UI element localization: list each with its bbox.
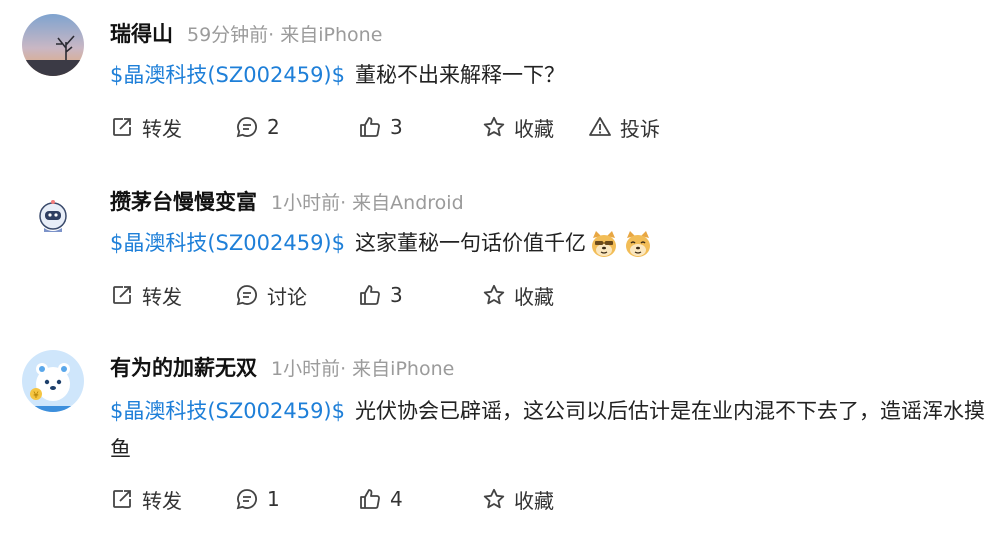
like-button[interactable]: 3 <box>358 112 403 142</box>
share-box-icon <box>113 490 131 508</box>
like-count: 4 <box>390 487 403 511</box>
stock-link[interactable]: $晶澳科技(SZ002459)$ <box>110 231 345 255</box>
like-button[interactable]: 4 <box>358 484 403 514</box>
post-text: 董秘不出来解释一下？ <box>355 63 565 87</box>
like-button[interactable]: 3 <box>358 280 403 310</box>
like-count: 3 <box>390 115 403 139</box>
share-box-icon <box>113 286 131 304</box>
favorite-label: 收藏 <box>514 488 554 513</box>
report-button[interactable]: 投诉 <box>588 112 660 142</box>
stock-link[interactable]: $晶澳科技(SZ002459)$ <box>110 399 345 423</box>
thumbs-up-icon <box>360 117 380 137</box>
doge-emoji-icon <box>592 231 616 257</box>
like-count: 3 <box>390 283 403 307</box>
forward-button[interactable]: 转发 <box>110 484 182 514</box>
comment-label: 讨论 <box>267 284 307 309</box>
avatar[interactable]: ¥ <box>22 350 84 412</box>
forward-label: 转发 <box>142 116 182 141</box>
username[interactable]: 有为的加薪无双 <box>110 352 257 382</box>
post-content: $晶澳科技(SZ002459)$ 光伏协会已辟谣，这公司以后估计是在业内混不下去了… <box>110 392 995 468</box>
comment-button[interactable]: 2 <box>235 112 280 142</box>
forward-button[interactable]: 转发 <box>110 112 182 142</box>
post-content: $晶澳科技(SZ002459)$ 董秘不出来解释一下？ <box>110 56 995 94</box>
star-outline-icon <box>483 116 505 137</box>
report-label: 投诉 <box>620 116 660 141</box>
favorite-label: 收藏 <box>514 284 554 309</box>
thumbs-up-icon <box>360 285 380 305</box>
favorite-button[interactable]: 收藏 <box>482 280 554 310</box>
comment-bubble-icon <box>236 117 257 138</box>
favorite-label: 收藏 <box>514 116 554 141</box>
svg-text:¥: ¥ <box>33 391 39 401</box>
doge-emoji-icon <box>626 231 650 257</box>
forward-label: 转发 <box>142 488 182 513</box>
favorite-button[interactable]: 收藏 <box>482 112 554 142</box>
avatar[interactable] <box>22 14 84 76</box>
comment-bubble-icon <box>236 489 257 510</box>
username[interactable]: 瑞得山 <box>110 18 173 48</box>
post-meta: 1小时前· 来自Android <box>271 192 464 214</box>
avatar[interactable] <box>22 184 84 246</box>
post-meta: 59分钟前· 来自iPhone <box>187 24 383 46</box>
post-content: $晶澳科技(SZ002459)$ 这家董秘一句话价值千亿 <box>110 224 995 262</box>
star-outline-icon <box>483 488 505 509</box>
forward-button[interactable]: 转发 <box>110 280 182 310</box>
comment-button[interactable]: 1 <box>235 484 280 514</box>
stock-link[interactable]: $晶澳科技(SZ002459)$ <box>110 63 345 87</box>
comment-count: 1 <box>267 487 280 511</box>
post-text: 这家董秘一句话价值千亿 <box>355 231 586 255</box>
post-3: ¥ 有为的加薪无双 1小时前· 来自iPhone $晶澳科技(SZ002459)… <box>0 338 1000 534</box>
forward-label: 转发 <box>142 284 182 309</box>
share-box-icon <box>113 118 131 136</box>
warning-triangle-icon <box>589 117 611 136</box>
favorite-button[interactable]: 收藏 <box>482 484 554 514</box>
thumbs-up-icon <box>360 489 380 509</box>
post-meta: 1小时前· 来自iPhone <box>271 358 455 380</box>
post-2: 攒茅台慢慢变富 1小时前· 来自Android $晶澳科技(SZ002459)$… <box>0 170 1000 338</box>
username[interactable]: 攒茅台慢慢变富 <box>110 186 257 216</box>
post-1: 瑞得山 59分钟前· 来自iPhone $晶澳科技(SZ002459)$ 董秘不出… <box>0 0 1000 170</box>
comment-count: 2 <box>267 115 280 139</box>
star-outline-icon <box>483 284 505 305</box>
comment-button[interactable]: 讨论 <box>235 280 307 310</box>
comment-bubble-icon <box>236 285 257 306</box>
